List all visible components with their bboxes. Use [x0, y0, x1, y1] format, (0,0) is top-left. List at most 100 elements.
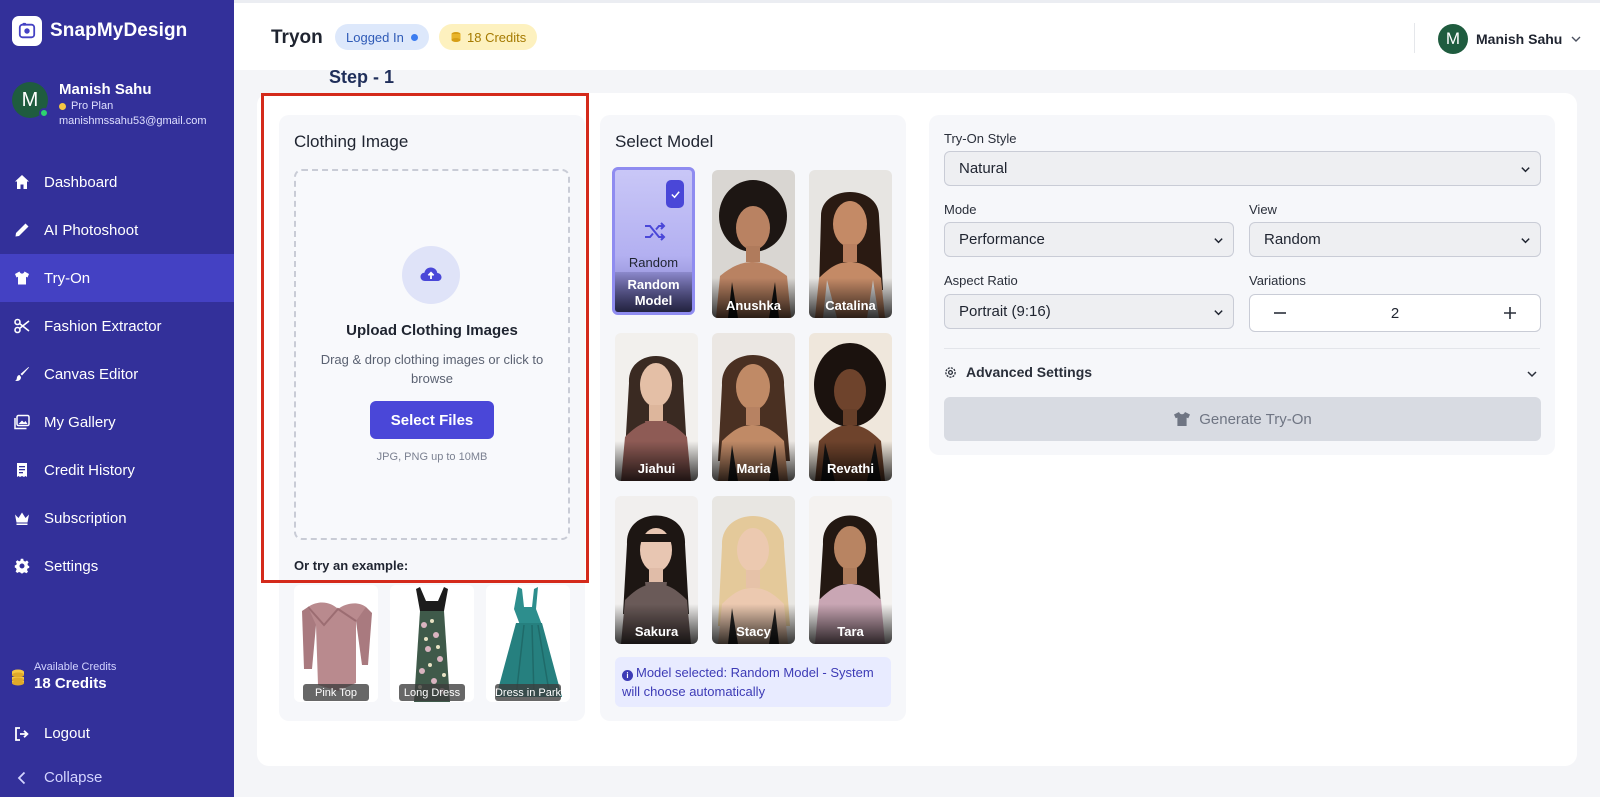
model-section-title: Select Model [615, 132, 714, 151]
variations-label: Variations [1249, 273, 1306, 288]
model-card-revathi[interactable]: Revathi [809, 333, 892, 481]
model-label: Random Model [615, 272, 692, 312]
sidebar-item-label: Subscription [44, 509, 127, 527]
credits-value: 18 Credits [34, 675, 107, 692]
model-label: Tara [809, 604, 892, 644]
settings-divider [944, 348, 1540, 349]
gallery-icon [14, 414, 30, 430]
collapse-button[interactable]: Collapse [14, 769, 102, 786]
plan-label: Pro Plan [71, 100, 114, 112]
gear-icon [14, 558, 30, 574]
model-card-tara[interactable]: Tara [809, 496, 892, 644]
random-icon-text: Random [628, 255, 679, 270]
profile-plan: Pro Plan [59, 99, 207, 114]
sidebar-item-canvas-editor[interactable]: Canvas Editor [0, 350, 234, 398]
brand-name: SnapMyDesign [50, 20, 188, 41]
generate-tryon-button[interactable]: Generate Try-On [944, 397, 1541, 441]
chevron-down-icon [1214, 238, 1223, 244]
plus-button[interactable] [1480, 295, 1540, 331]
sidebar-item-ai-photoshoot[interactable]: AI Photoshoot [0, 206, 234, 254]
tshirt-icon [1174, 412, 1191, 426]
upload-cloud-icon [402, 246, 460, 304]
model-card-sakura[interactable]: Sakura [615, 496, 698, 644]
chevron-down-icon [1521, 167, 1530, 173]
variations-stepper: 2 [1249, 294, 1541, 332]
minus-button[interactable] [1250, 295, 1310, 331]
logout-icon [15, 726, 29, 741]
tryon-style-label: Try-On Style [944, 131, 1017, 146]
shuffle-icon [645, 222, 666, 241]
chevron-down-icon[interactable] [1526, 368, 1538, 380]
chevron-down-icon [1571, 36, 1581, 42]
chevron-down-icon [1214, 310, 1223, 316]
select-files-button[interactable]: Select Files [370, 401, 494, 439]
info-icon: i [622, 670, 633, 681]
avatar: M [1438, 24, 1468, 54]
profile-name: Manish Sahu [59, 81, 152, 98]
aspect-ratio-select[interactable]: Portrait (9:16) [944, 294, 1234, 329]
example-long-dress[interactable]: Long Dress [390, 585, 474, 702]
crown-icon [14, 510, 30, 526]
sidebar-item-fashion-extractor[interactable]: Fashion Extractor [0, 302, 234, 350]
mode-label: Mode [944, 202, 977, 217]
model-card-anushka[interactable]: Anushka [712, 170, 795, 318]
credits-badge-label: 18 Credits [467, 29, 527, 45]
credits-label: Available Credits [34, 661, 117, 673]
model-card-jiahui[interactable]: Jiahui [615, 333, 698, 481]
clothing-section-title: Clothing Image [294, 132, 409, 151]
generate-label: Generate Try-On [1199, 410, 1312, 428]
top-header: Tryon Logged In 18 Credits M Manish Sahu [234, 0, 1600, 70]
status-dot-icon [410, 33, 418, 41]
select-value: Natural [959, 160, 1008, 177]
brush-icon [14, 366, 30, 382]
sidebar-item-try-on[interactable]: Try-On [0, 254, 234, 302]
model-label: Sakura [615, 604, 698, 644]
collapse-label: Collapse [44, 769, 103, 786]
sidebar-item-my-gallery[interactable]: My Gallery [0, 398, 234, 446]
example-pink-top[interactable]: Pink Top [294, 585, 378, 702]
sidebar-item-label: Credit History [44, 461, 135, 479]
sidebar-item-credit-history[interactable]: Credit History [0, 446, 234, 494]
example-dress-in-park[interactable]: Dress in Park [486, 585, 570, 702]
coins-icon [451, 32, 461, 42]
sidebar-item-subscription[interactable]: Subscription [0, 494, 234, 542]
sidebar-item-label: Dashboard [44, 173, 118, 191]
mode-select[interactable]: Performance [944, 222, 1234, 257]
model-card-random[interactable]: Random Random Model [612, 167, 695, 315]
sidebar-item-dashboard[interactable]: Dashboard [0, 158, 234, 206]
model-card-maria[interactable]: Maria [712, 333, 795, 481]
sidebar-item-label: Canvas Editor [44, 365, 139, 383]
model-card-stacy[interactable]: Stacy [712, 496, 795, 644]
aspect-ratio-label: Aspect Ratio [944, 273, 1018, 288]
model-selection-note: i Model selected: Random Model - System w… [615, 657, 891, 707]
sidebar-item-settings[interactable]: Settings [0, 542, 234, 590]
chevron-left-icon [17, 771, 26, 784]
sidebar-item-label: My Gallery [44, 413, 116, 431]
advanced-settings-toggle[interactable]: Advanced Settings [944, 364, 1092, 380]
logout-button[interactable]: Logout [14, 725, 90, 742]
upload-hint: JPG, PNG up to 10MB [376, 451, 488, 463]
user-menu[interactable]: M Manish Sahu [1438, 24, 1582, 54]
plan-dot-icon [59, 103, 66, 110]
scissors-icon [14, 318, 30, 334]
examples-title: Or try an example: [294, 558, 409, 573]
available-credits: Available Credits 18 Credits [10, 660, 116, 694]
sidebar-item-label: Try-On [44, 269, 91, 287]
variations-value[interactable]: 2 [1310, 295, 1480, 331]
example-label: Pink Top [303, 684, 369, 701]
avatar-initial: M [1445, 29, 1461, 48]
model-label: Revathi [809, 441, 892, 481]
header-divider [1414, 23, 1415, 53]
pencil-icon [14, 222, 30, 238]
tryon-style-select[interactable]: Natural [944, 151, 1541, 186]
sidebar-profile[interactable]: M Manish Sahu Pro Plan manishmssahu53@gm… [12, 81, 207, 128]
view-select[interactable]: Random [1249, 222, 1541, 257]
model-card-catalina[interactable]: Catalina [809, 170, 892, 318]
brand[interactable]: SnapMyDesign [12, 16, 187, 46]
gear-icon [945, 366, 956, 378]
user-name: Manish Sahu [1476, 31, 1563, 47]
home-icon [14, 174, 30, 190]
example-label: Dress in Park [495, 684, 561, 701]
select-value: Random [1264, 231, 1321, 248]
tshirt-icon [14, 270, 30, 286]
